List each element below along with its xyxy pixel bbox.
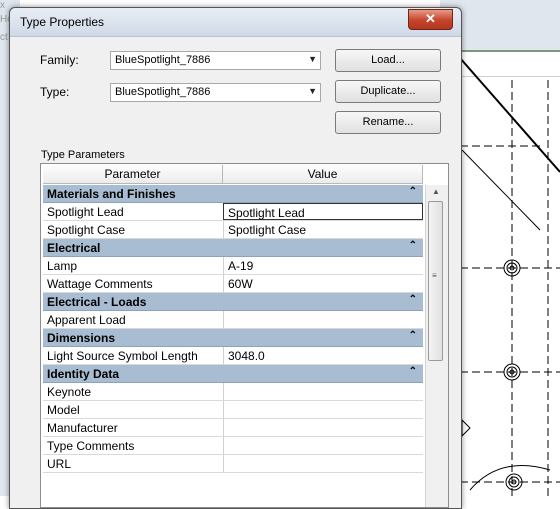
parameter-name: Spotlight Lead bbox=[47, 205, 124, 219]
table-row[interactable]: Spotlight Lead Spotlight Lead bbox=[43, 203, 423, 221]
parameter-value-field[interactable]: 60W bbox=[223, 275, 423, 292]
parameter-value-field[interactable] bbox=[223, 419, 423, 436]
collapse-icon[interactable]: ⌃ bbox=[409, 186, 417, 197]
type-label: Type: bbox=[40, 85, 70, 99]
group-name: Electrical bbox=[47, 241, 101, 255]
parameter-name: Apparent Load bbox=[47, 313, 126, 327]
table-row[interactable]: Spotlight Case Spotlight Case bbox=[43, 221, 423, 239]
type-value: BlueSpotlight_7886 bbox=[115, 86, 211, 98]
type-properties-dialog: Type Properties ✕ Family: BlueSpotlight_… bbox=[9, 7, 462, 509]
parameter-name: Light Source Symbol Length bbox=[47, 349, 198, 363]
parameter-value-field[interactable]: Spotlight Case bbox=[223, 221, 423, 238]
parameter-value-field[interactable] bbox=[223, 311, 423, 328]
wall-line bbox=[459, 57, 560, 173]
parameter-value-field[interactable] bbox=[223, 401, 423, 418]
parameter-name: Model bbox=[47, 403, 80, 417]
family-value: BlueSpotlight_7886 bbox=[115, 54, 211, 66]
type-parameters-grid: Parameter Value Materials and Finishes ⌃… bbox=[40, 163, 449, 508]
scrollbar-thumb[interactable]: ≡ bbox=[428, 201, 443, 361]
table-row[interactable]: Wattage Comments 60W bbox=[43, 275, 423, 293]
table-row[interactable]: Apparent Load bbox=[43, 311, 423, 329]
collapse-icon[interactable]: ⌃ bbox=[409, 294, 417, 305]
group-header-electrical-loads[interactable]: Electrical - Loads ⌃ bbox=[43, 293, 423, 311]
table-row[interactable]: Model bbox=[43, 401, 423, 419]
parameter-name: Manufacturer bbox=[47, 421, 118, 435]
group-name: Electrical - Loads bbox=[47, 295, 147, 309]
table-row[interactable]: Manufacturer bbox=[43, 419, 423, 437]
arc-line bbox=[469, 465, 551, 491]
chevron-down-icon: ▼ bbox=[308, 86, 317, 96]
parameter-value-field[interactable] bbox=[223, 437, 423, 454]
group-name: Materials and Finishes bbox=[47, 187, 176, 201]
group-header-electrical[interactable]: Electrical ⌃ bbox=[43, 239, 423, 257]
group-name: Dimensions bbox=[47, 331, 116, 345]
vertical-scrollbar[interactable]: ▲ ≡ bbox=[425, 185, 448, 507]
collapse-icon[interactable]: ⌃ bbox=[409, 240, 417, 251]
parameter-name: Wattage Comments bbox=[47, 277, 153, 291]
dialog-title: Type Properties bbox=[20, 15, 105, 29]
parameter-rows: Materials and Finishes ⌃ Spotlight Lead … bbox=[43, 185, 423, 473]
family-dropdown[interactable]: BlueSpotlight_7886 ▼ bbox=[110, 51, 321, 70]
family-label: Family: bbox=[40, 53, 79, 67]
tag-shape bbox=[461, 418, 471, 438]
parameter-column-header[interactable]: Parameter bbox=[43, 165, 223, 184]
table-row[interactable]: Light Source Symbol Length 3048.0 bbox=[43, 347, 423, 365]
parameter-value-field[interactable] bbox=[223, 383, 423, 400]
close-icon: ✕ bbox=[425, 11, 436, 26]
rename-button[interactable]: Rename... bbox=[335, 111, 441, 134]
parameter-value-field[interactable]: Spotlight Lead bbox=[223, 203, 423, 220]
group-header-materials-and-finishes[interactable]: Materials and Finishes ⌃ bbox=[43, 185, 423, 203]
type-dropdown[interactable]: BlueSpotlight_7886 ▼ bbox=[110, 83, 321, 102]
collapse-icon[interactable]: ⌃ bbox=[409, 330, 417, 341]
parameter-value-field[interactable] bbox=[223, 455, 423, 472]
parameter-name: Spotlight Case bbox=[47, 223, 126, 237]
table-row[interactable]: Lamp A-19 bbox=[43, 257, 423, 275]
close-button[interactable]: ✕ bbox=[408, 9, 453, 30]
dialog-titlebar[interactable]: Type Properties ✕ bbox=[10, 8, 461, 37]
load-button[interactable]: Load... bbox=[335, 49, 441, 72]
parameter-name: Keynote bbox=[47, 385, 92, 399]
parameter-name: Type Comments bbox=[47, 439, 135, 453]
scroll-up-icon[interactable]: ▲ bbox=[429, 187, 443, 199]
parameter-name: Lamp bbox=[47, 259, 78, 273]
value-column-header[interactable]: Value bbox=[223, 165, 423, 184]
parameter-name: URL bbox=[47, 457, 72, 471]
chevron-down-icon: ▼ bbox=[308, 54, 317, 64]
table-row[interactable]: Keynote bbox=[43, 383, 423, 401]
parameter-value-field[interactable]: 3048.0 bbox=[223, 347, 423, 364]
table-row[interactable]: Type Comments bbox=[43, 437, 423, 455]
parameter-value-field[interactable]: A-19 bbox=[223, 257, 423, 274]
diagonal-line bbox=[461, 149, 541, 231]
group-header-identity-data[interactable]: Identity Data ⌃ bbox=[43, 365, 423, 383]
group-name: Identity Data bbox=[47, 367, 120, 381]
table-row[interactable]: URL bbox=[43, 455, 423, 473]
grip-icon: ≡ bbox=[432, 271, 437, 280]
duplicate-button[interactable]: Duplicate... bbox=[335, 80, 441, 103]
group-header-dimensions[interactable]: Dimensions ⌃ bbox=[43, 329, 423, 347]
collapse-icon[interactable]: ⌃ bbox=[409, 366, 417, 377]
type-parameters-label: Type Parameters bbox=[41, 149, 125, 161]
